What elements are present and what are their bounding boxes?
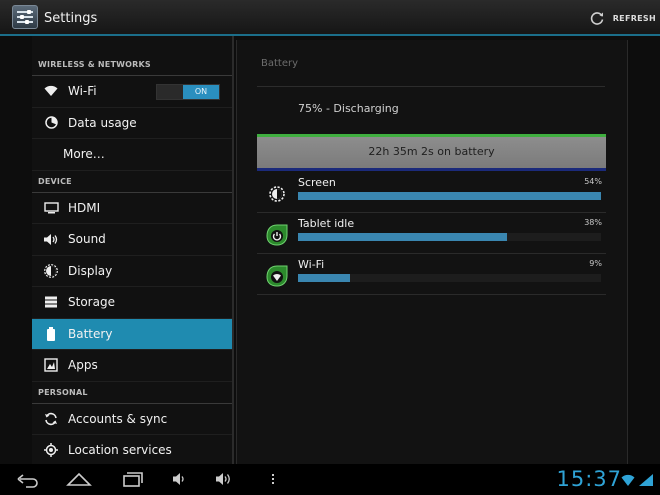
settings-app-icon[interactable]	[12, 5, 38, 29]
brightness-icon	[265, 182, 289, 206]
usage-bar-fill	[298, 192, 601, 200]
volume-up-icon[interactable]	[215, 470, 235, 492]
sidebar-item-label: Apps	[68, 358, 98, 373]
volume-down-icon[interactable]	[172, 470, 188, 492]
storage-icon	[32, 296, 64, 308]
sync-icon	[32, 412, 64, 426]
wifi-toggle[interactable]: ON	[156, 84, 220, 100]
usage-percent: 38%	[584, 218, 602, 227]
panel-title: Battery	[261, 58, 299, 69]
sidebar-item-label: HDMI	[68, 200, 101, 215]
usage-row-wifi[interactable]: Wi-Fi 9%	[257, 254, 606, 295]
battery-graph-label: 22h 35m 2s on battery	[368, 145, 495, 158]
sidebar-item-sound[interactable]: Sound	[32, 224, 232, 256]
wifi-signal-icon	[621, 472, 635, 491]
sidebar-item-battery[interactable]: Battery	[32, 318, 232, 350]
apps-icon	[32, 358, 64, 372]
sidebar-item-label: Sound	[68, 232, 106, 247]
brightness-icon	[32, 263, 64, 278]
sidebar-item-label: Display	[68, 263, 113, 278]
recent-apps-icon[interactable]	[120, 470, 144, 492]
sidebar-item-label: Data usage	[68, 115, 137, 130]
sidebar-item-hdmi[interactable]: HDMI	[32, 193, 232, 224]
sidebar-item-label: Wi-Fi	[68, 84, 97, 99]
refresh-label: REFRESH	[612, 13, 656, 23]
usage-bar-track	[298, 192, 601, 200]
section-header-wireless: WIRELESS & NETWORKS	[32, 54, 232, 76]
section-header-device: DEVICE	[32, 171, 232, 193]
wifi-icon	[32, 85, 64, 97]
usage-name: Wi-Fi	[298, 258, 325, 271]
wifi-toggle-state: ON	[183, 85, 219, 99]
battery-panel: Battery 75% - Discharging 22h 35m 2s on …	[236, 40, 628, 464]
battery-history-graph[interactable]: 22h 35m 2s on battery	[257, 134, 606, 170]
sidebar-item-label: Battery	[68, 326, 113, 341]
sidebar-item-display[interactable]: Display	[32, 256, 232, 287]
power-icon	[265, 223, 289, 247]
section-header-personal: PERSONAL	[32, 382, 232, 404]
page-title: Settings	[44, 11, 98, 26]
usage-percent: 54%	[584, 177, 602, 186]
sidebar-item-label: Accounts & sync	[68, 411, 168, 426]
speaker-icon	[32, 233, 64, 246]
refresh-button[interactable]: REFRESH	[589, 8, 656, 28]
usage-name: Screen	[298, 176, 336, 189]
usage-name: Tablet idle	[298, 217, 355, 230]
home-icon[interactable]	[66, 470, 92, 492]
refresh-icon	[589, 10, 605, 26]
sidebar-item-storage[interactable]: Storage	[32, 287, 232, 319]
sidebar-item-label: Storage	[68, 295, 115, 310]
settings-sidebar: WIRELESS & NETWORKS Wi-Fi ON Data usage …	[32, 36, 232, 464]
right-gutter	[628, 36, 660, 464]
sidebar-item-wifi[interactable]: Wi-Fi ON	[32, 76, 232, 108]
battery-status: 75% - Discharging	[298, 102, 399, 115]
sidebar-item-label: Location services	[68, 443, 172, 458]
status-clock[interactable]: 15:37	[556, 467, 622, 491]
sidebar-item-location[interactable]: Location services	[32, 435, 232, 464]
usage-row-screen[interactable]: Screen 54%	[257, 172, 606, 213]
data-usage-icon	[32, 116, 64, 129]
usage-bar-fill	[298, 233, 508, 241]
back-icon[interactable]	[16, 470, 40, 492]
sidebar-item-apps[interactable]: Apps	[32, 350, 232, 382]
graph-baseline	[257, 168, 606, 171]
menu-icon[interactable]	[270, 470, 276, 492]
usage-bar-track	[298, 274, 601, 282]
system-bar: 15:37	[0, 464, 660, 495]
usage-row-tablet-idle[interactable]: Tablet idle 38%	[257, 213, 606, 254]
usage-percent: 9%	[589, 259, 602, 268]
usage-bar-fill	[298, 274, 350, 282]
sidebar-item-data-usage[interactable]: Data usage	[32, 108, 232, 139]
monitor-icon	[32, 202, 64, 214]
sidebar-item-label: More…	[63, 147, 105, 162]
pane-divider	[232, 36, 234, 464]
sidebar-item-more[interactable]: More…	[32, 139, 232, 171]
location-icon	[32, 443, 64, 458]
sidebar-item-accounts-sync[interactable]: Accounts & sync	[32, 404, 232, 435]
action-bar: Settings REFRESH	[0, 0, 660, 36]
wifi-icon	[265, 264, 289, 288]
divider	[257, 86, 605, 87]
usage-bar-track	[298, 233, 601, 241]
battery-icon	[32, 326, 64, 341]
cellular-signal-icon	[638, 472, 654, 491]
